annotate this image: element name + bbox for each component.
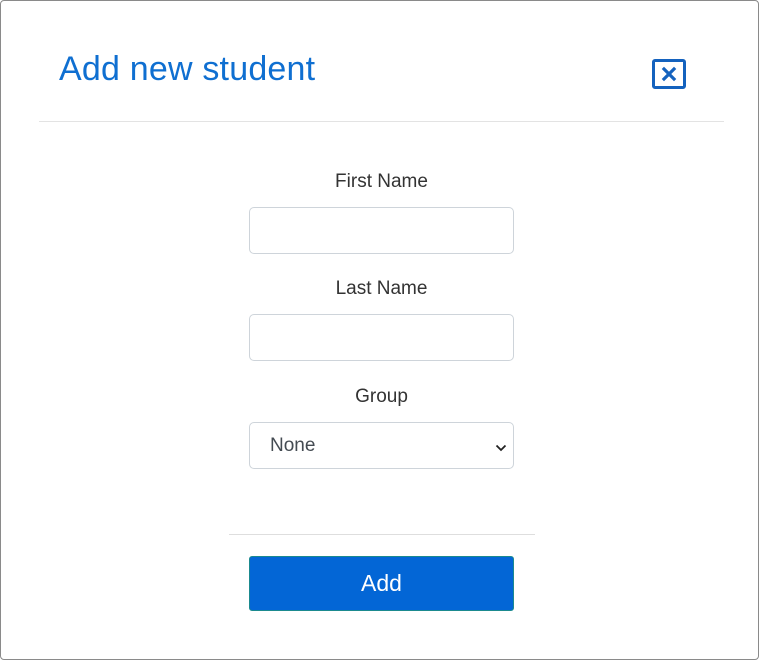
group-label: Group <box>355 386 408 407</box>
add-student-modal: Add new student First Name Last Name Gro… <box>0 0 759 660</box>
modal-title: Add new student <box>59 50 316 88</box>
last-name-input[interactable] <box>249 314 514 361</box>
first-name-input[interactable] <box>249 207 514 254</box>
header-divider <box>39 121 724 122</box>
group-select-value: None <box>270 435 316 456</box>
last-name-label: Last Name <box>335 278 428 299</box>
first-name-label: First Name <box>335 171 428 192</box>
close-icon <box>661 66 677 82</box>
close-button[interactable] <box>652 59 686 89</box>
group-select[interactable]: None <box>249 422 514 469</box>
footer-divider <box>229 534 535 535</box>
add-button[interactable]: Add <box>249 556 514 611</box>
chevron-down-icon <box>495 440 507 458</box>
